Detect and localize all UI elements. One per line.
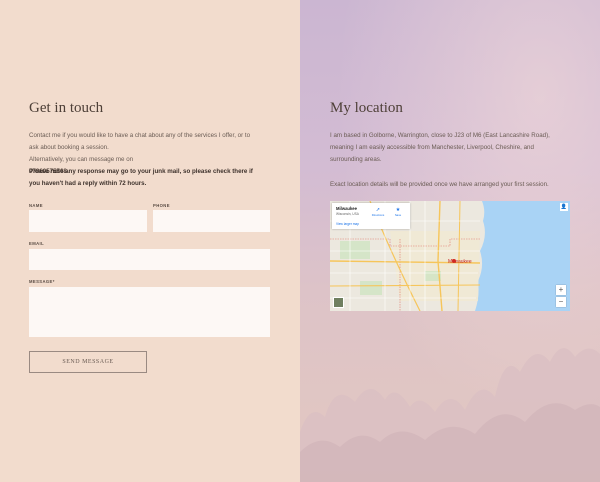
pegman-icon[interactable]: 👤 [560, 203, 568, 211]
location-para-line-1: I am based in Golborne, Warrington, clos… [330, 132, 550, 139]
save-place-button[interactable]: ★ Save [390, 207, 406, 217]
save-label: Save [394, 213, 402, 217]
send-message-button[interactable]: SEND MESSAGE [29, 351, 147, 373]
map-place-subtitle: Wisconsin, USA [336, 212, 359, 216]
tree-silhouette [300, 348, 600, 482]
email-input[interactable] [29, 249, 270, 270]
location-details-note: Exact location details will be provided … [330, 181, 549, 188]
location-para-line-2: meaning I am easily accessible from Manc… [330, 144, 534, 151]
directions-label: Directions [371, 213, 385, 217]
zoom-in-button[interactable]: + [556, 285, 566, 295]
map-info-card: Milwaukee Wisconsin, USA View larger map… [332, 203, 410, 229]
view-larger-map-link[interactable]: View larger map [336, 222, 359, 226]
message-textarea[interactable] [29, 287, 270, 337]
phone-label: PHONE [153, 203, 170, 208]
map-city-label: Milwaukee [448, 259, 472, 265]
email-label: EMAIL [29, 241, 45, 246]
directions-button[interactable]: ➚ Directions [370, 207, 386, 217]
location-para-line-3: surrounding areas. [330, 156, 382, 163]
contact-heading: Get in touch [29, 100, 104, 116]
location-heading: My location [330, 100, 403, 116]
message-label: MESSAGE* [29, 279, 55, 284]
embedded-map[interactable]: Milwaukee Milwaukee Wisconsin, USA View … [330, 201, 570, 311]
name-input[interactable] [29, 210, 147, 232]
contact-panel [0, 0, 300, 482]
contact-intro-line-2: ask about booking a session. [29, 144, 109, 151]
satellite-toggle[interactable] [333, 297, 344, 308]
zoom-out-button[interactable]: − [556, 297, 566, 307]
name-label: NAME [29, 203, 43, 208]
phone-input[interactable] [153, 210, 270, 232]
contact-intro-line-1: Contact me if you would like to have a c… [29, 132, 251, 139]
junk-mail-notice-line-2: you haven't had a reply within 72 hours. [29, 180, 147, 187]
map-place-name: Milwaukee [336, 206, 357, 211]
